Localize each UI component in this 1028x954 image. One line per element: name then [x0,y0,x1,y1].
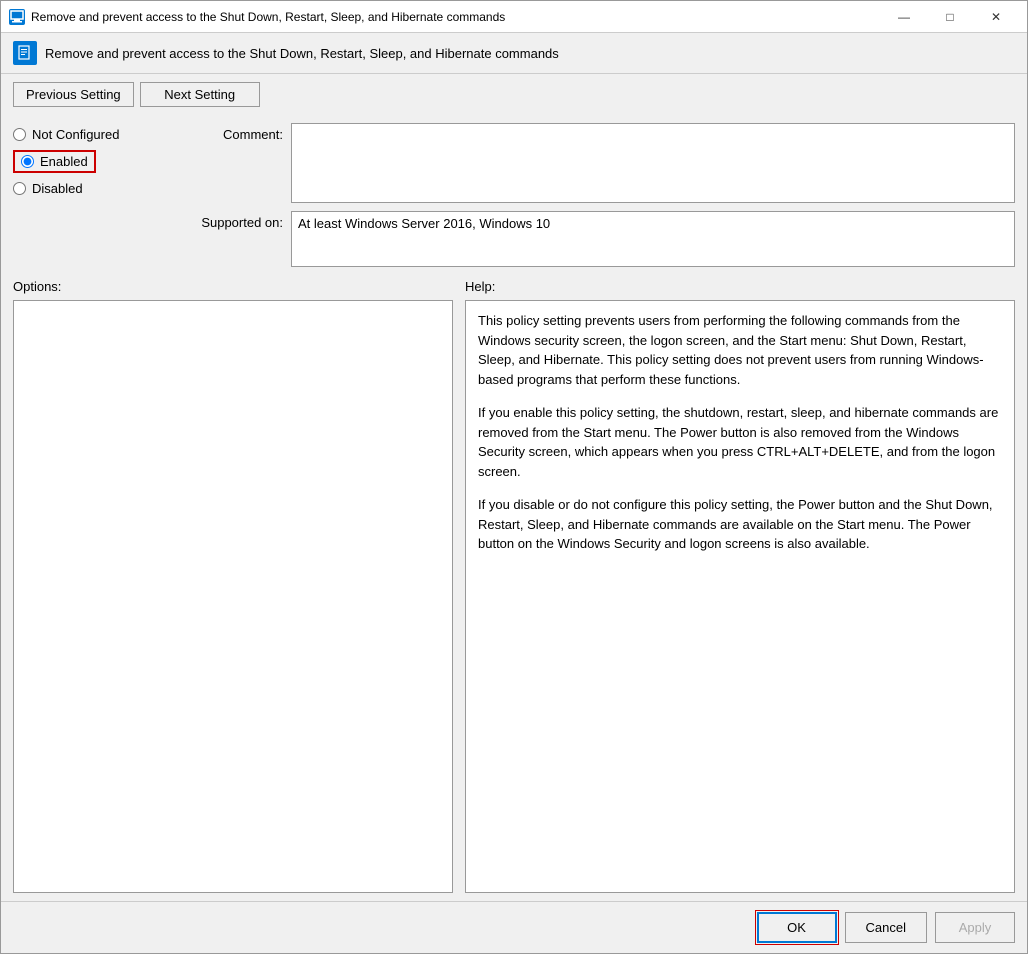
enabled-box: Enabled [13,150,96,173]
supported-value: At least Windows Server 2016, Windows 10 [291,211,1015,267]
options-label: Options: [13,279,453,294]
app-icon [9,9,25,25]
not-configured-label: Not Configured [32,127,119,142]
options-box [13,300,453,893]
maximize-button[interactable]: □ [927,1,973,33]
options-panel: Options: [13,279,453,893]
main-window: Remove and prevent access to the Shut Do… [0,0,1028,954]
help-para-2: If you enable this policy setting, the s… [478,403,1002,481]
comment-section: Comment: Supported on: At least Windows … [183,123,1015,267]
footer: OK Cancel Apply [1,901,1027,953]
header-title: Remove and prevent access to the Shut Do… [45,46,559,61]
enabled-option[interactable]: Enabled [13,150,183,173]
next-setting-button[interactable]: Next Setting [140,82,260,107]
supported-label: Supported on: [183,211,283,230]
comment-label: Comment: [183,123,283,142]
help-panel: Help: This policy setting prevents users… [465,279,1015,893]
bottom-section: Options: Help: This policy setting preve… [13,279,1015,893]
disabled-radio[interactable] [13,182,26,195]
help-label: Help: [465,279,1015,294]
help-box: This policy setting prevents users from … [465,300,1015,893]
close-button[interactable]: ✕ [973,1,1019,33]
ok-button[interactable]: OK [757,912,837,943]
policy-icon [13,41,37,65]
supported-field-group: Supported on: At least Windows Server 20… [183,211,1015,267]
radio-group: Not Configured Enabled Disabled [13,123,183,267]
content-area: Not Configured Enabled Disabled Comment: [1,115,1027,901]
apply-button[interactable]: Apply [935,912,1015,943]
cancel-button[interactable]: Cancel [845,912,927,943]
comment-field-group: Comment: [183,123,1015,203]
minimize-button[interactable]: — [881,1,927,33]
disabled-option[interactable]: Disabled [13,181,183,196]
disabled-label: Disabled [32,181,83,196]
window-controls: — □ ✕ [881,1,1019,33]
header-bar: Remove and prevent access to the Shut Do… [1,33,1027,74]
nav-bar: Previous Setting Next Setting [1,74,1027,115]
comment-textarea[interactable] [291,123,1015,203]
top-section: Not Configured Enabled Disabled Comment: [13,123,1015,267]
help-para-3: If you disable or do not configure this … [478,495,1002,554]
previous-setting-button[interactable]: Previous Setting [13,82,134,107]
window-title: Remove and prevent access to the Shut Do… [31,10,881,24]
not-configured-radio[interactable] [13,128,26,141]
enabled-radio[interactable] [21,155,34,168]
enabled-label: Enabled [40,154,88,169]
not-configured-option[interactable]: Not Configured [13,127,183,142]
help-para-1: This policy setting prevents users from … [478,311,1002,389]
title-bar: Remove and prevent access to the Shut Do… [1,1,1027,33]
